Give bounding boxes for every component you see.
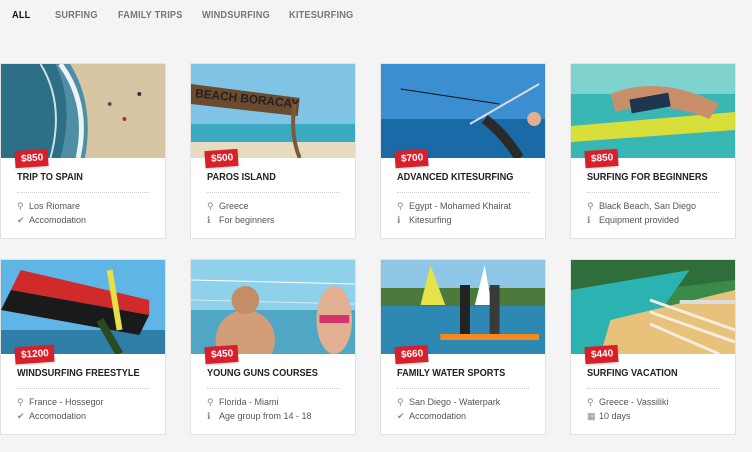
feature-text: Age group from 14 - 18 — [219, 411, 312, 421]
map-marker-icon: ⚲ — [397, 397, 404, 407]
map-marker-icon: ⚲ — [17, 397, 24, 407]
location-text: Greece - Vassiliki — [599, 397, 669, 407]
feature-text: Kitesurfing — [409, 215, 452, 225]
check-icon: ✔ — [17, 411, 25, 421]
location-text: Greece — [219, 201, 249, 211]
feature-row: ℹ Kitesurfing — [397, 215, 452, 226]
trip-card[interactable]: $700 ADVANCED KITESURFING ⚲ Egypt - Moham… — [380, 63, 546, 239]
divider — [587, 388, 719, 389]
trip-card[interactable]: BEACH BORACAY $500 PAROS ISLAND ⚲ Greece … — [190, 63, 356, 239]
info-icon: ℹ — [397, 215, 401, 225]
feature-row: ✔ Accomodation — [17, 411, 86, 422]
check-icon: ✔ — [397, 411, 405, 421]
feature-row: ✔ Accomodation — [397, 411, 466, 422]
location-row: ⚲ San Diego - Waterpark — [397, 397, 500, 408]
feature-row: ▦ 10 days — [587, 411, 631, 422]
check-icon: ✔ — [17, 215, 25, 225]
trip-photo[interactable] — [191, 260, 355, 354]
trip-photo[interactable] — [1, 64, 165, 158]
trip-title[interactable]: ADVANCED KITESURFING — [397, 172, 513, 183]
location-text: Black Beach, San Diego — [599, 201, 697, 211]
location-row: ⚲ Greece — [207, 201, 249, 212]
location-text: San Diego - Waterpark — [409, 397, 501, 407]
divider — [397, 388, 529, 389]
trip-photo[interactable] — [571, 64, 735, 158]
divider — [17, 192, 149, 193]
price-tag: $1200 — [14, 344, 55, 365]
map-marker-icon: ⚲ — [397, 201, 404, 211]
location-text: Los Riomare — [29, 201, 81, 211]
location-text: France - Hossegor — [29, 397, 104, 407]
map-marker-icon: ⚲ — [207, 397, 214, 407]
tab-windsurfing[interactable]: WINDSURFING — [202, 10, 270, 21]
trip-photo[interactable] — [381, 64, 545, 158]
price-tag: $660 — [394, 344, 429, 365]
trip-title[interactable]: YOUNG GUNS COURSES — [207, 368, 318, 379]
trip-photo[interactable] — [1, 260, 165, 354]
location-row: ⚲ France - Hossegor — [17, 397, 104, 408]
location-row: ⚲ Los Riomare — [17, 201, 80, 212]
map-marker-icon: ⚲ — [587, 201, 594, 211]
map-marker-icon: ⚲ — [587, 397, 594, 407]
trip-title[interactable]: PAROS ISLAND — [207, 172, 276, 183]
trip-card[interactable]: $450 YOUNG GUNS COURSES ⚲ Florida - Miami… — [190, 259, 356, 435]
feature-text: Accomodation — [29, 411, 87, 421]
calendar-icon: ▦ — [587, 411, 596, 421]
trip-card[interactable]: $440 SURFING VACATION ⚲ Greece - Vassilik… — [570, 259, 736, 435]
divider — [397, 192, 529, 193]
trip-title[interactable]: SURFING FOR BEGINNERS — [587, 172, 708, 183]
tab-kitesurfing[interactable]: KITESURFING — [289, 10, 353, 21]
price-tag: $850 — [14, 148, 49, 169]
trip-photo[interactable] — [571, 260, 735, 354]
price-tag: $450 — [204, 344, 239, 365]
trip-card[interactable]: $660 FAMILY WATER SPORTS ⚲ San Diego - Wa… — [380, 259, 546, 435]
price-tag: $850 — [584, 148, 619, 169]
price-tag: $440 — [584, 344, 619, 365]
price-tag: $500 — [204, 148, 239, 169]
info-icon: ℹ — [207, 411, 211, 421]
divider — [587, 192, 719, 193]
divider — [207, 192, 339, 193]
trip-photo[interactable] — [381, 260, 545, 354]
location-row: ⚲ Florida - Miami — [207, 397, 279, 408]
trip-card[interactable]: $1200 WINDSURFING FREESTYLE ⚲ France - Ho… — [0, 259, 166, 435]
feature-text: Accomodation — [29, 215, 87, 225]
location-row: ⚲ Egypt - Mohamed Khairat — [397, 201, 511, 212]
tab-surfing[interactable]: SURFING — [55, 10, 98, 21]
trip-title[interactable]: TRIP TO SPAIN — [17, 172, 83, 183]
location-text: Florida - Miami — [219, 397, 279, 407]
feature-row: ✔ Accomodation — [17, 215, 86, 226]
map-marker-icon: ⚲ — [17, 201, 24, 211]
location-row: ⚲ Black Beach, San Diego — [587, 201, 696, 212]
divider — [207, 388, 339, 389]
feature-text: For beginners — [219, 215, 275, 225]
map-marker-icon: ⚲ — [207, 201, 214, 211]
feature-text: 10 days — [599, 411, 631, 421]
location-text: Egypt - Mohamed Khairat — [409, 201, 512, 211]
trip-title[interactable]: WINDSURFING FREESTYLE — [17, 368, 140, 379]
divider — [17, 388, 149, 389]
tab-family-trips[interactable]: FAMILY TRIPS — [118, 10, 183, 21]
feature-text: Equipment provided — [599, 215, 680, 225]
info-icon: ℹ — [587, 215, 591, 225]
trip-photo[interactable]: BEACH BORACAY — [191, 64, 355, 158]
info-icon: ℹ — [207, 215, 211, 225]
location-row: ⚲ Greece - Vassiliki — [587, 397, 668, 408]
trip-card[interactable]: $850 SURFING FOR BEGINNERS ⚲ Black Beach,… — [570, 63, 736, 239]
price-tag: $700 — [394, 148, 429, 169]
feature-text: Accomodation — [409, 411, 467, 421]
tab-all[interactable]: ALL — [12, 10, 30, 21]
feature-row: ℹ For beginners — [207, 215, 275, 226]
trip-title[interactable]: FAMILY WATER SPORTS — [397, 368, 505, 379]
trip-title[interactable]: SURFING VACATION — [587, 368, 678, 379]
trip-card[interactable]: $850 TRIP TO SPAIN ⚲ Los Riomare ✔ Accomod… — [0, 63, 166, 239]
filter-tabs: ALL SURFING FAMILY TRIPS WINDSURFING KIT… — [0, 0, 752, 36]
feature-row: ℹ Age group from 14 - 18 — [207, 411, 312, 422]
feature-row: ℹ Equipment provided — [587, 215, 679, 226]
